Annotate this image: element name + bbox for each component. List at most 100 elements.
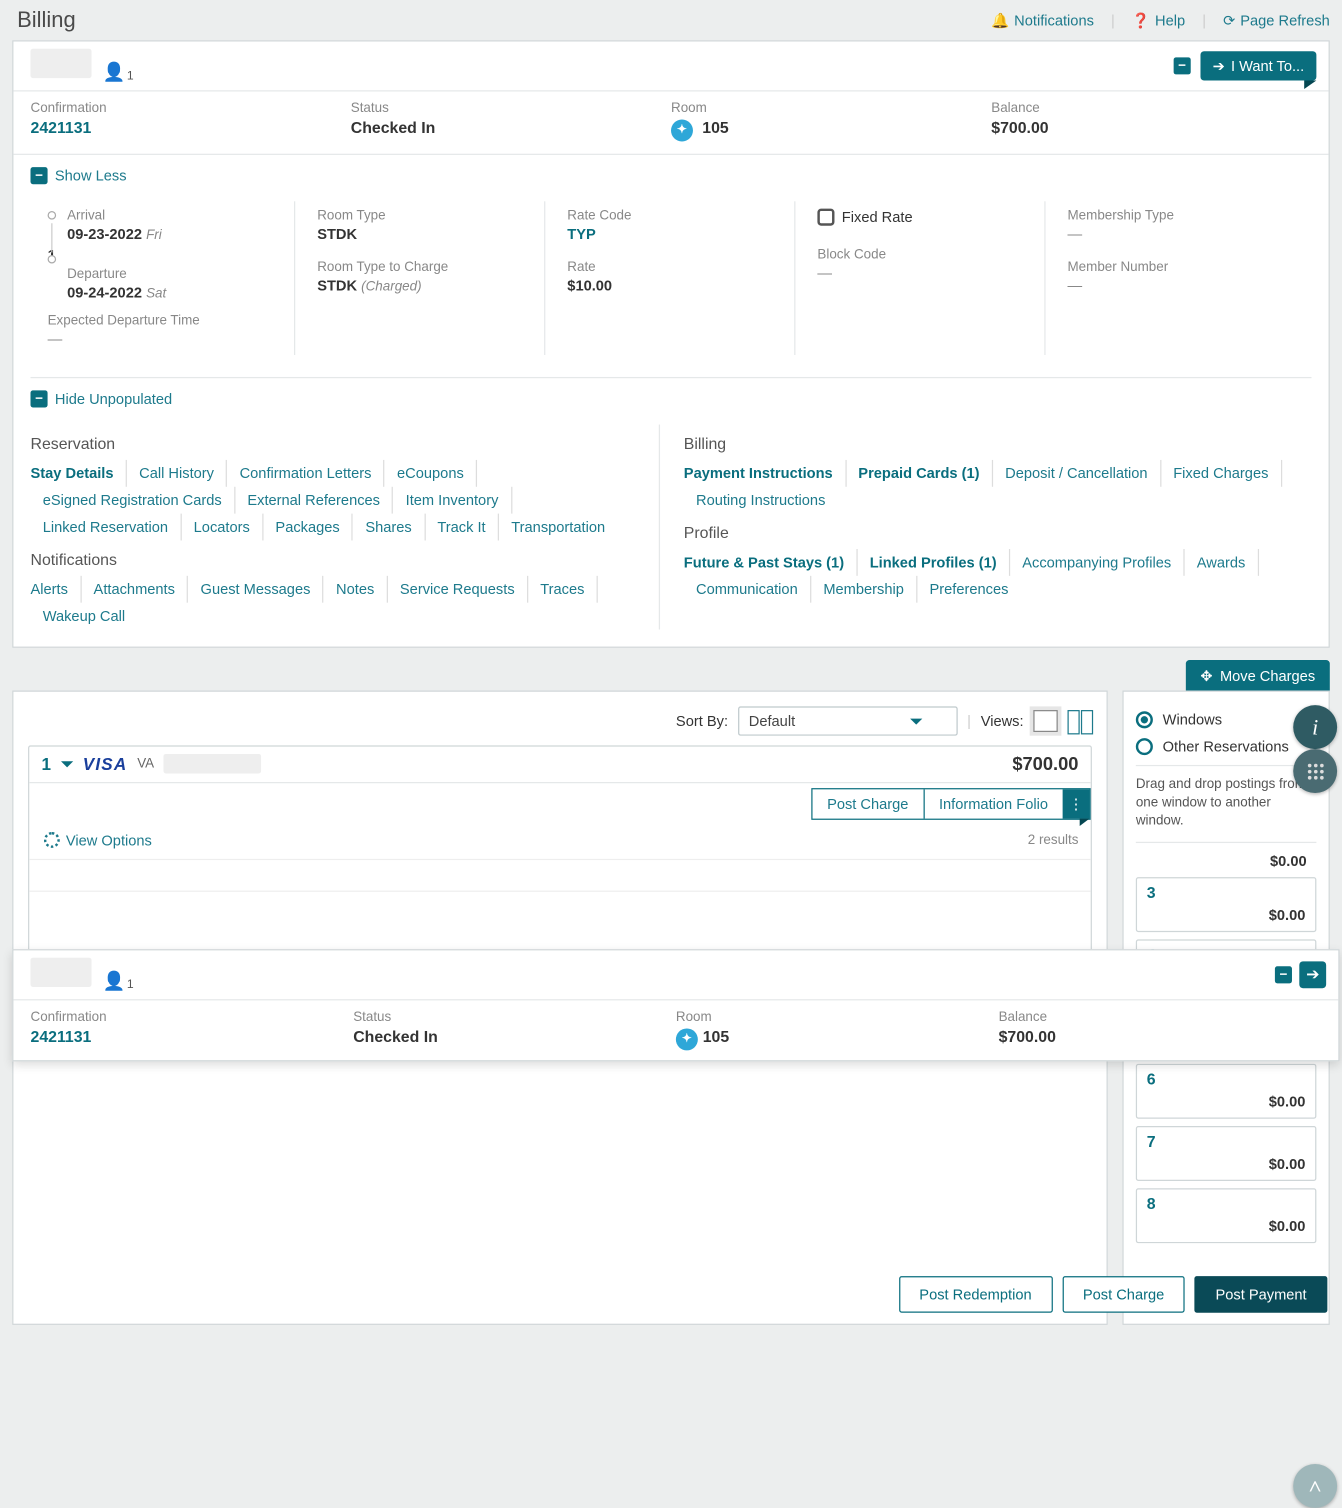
section-link[interactable]: Transportation (499, 513, 617, 540)
departure-date: 09-24-2022 (67, 284, 142, 301)
window-card[interactable]: 3$0.00 (1136, 877, 1317, 932)
section-link[interactable]: Accompanying Profiles (1010, 548, 1185, 575)
guest-avatar (31, 958, 92, 987)
section-link[interactable]: Alerts (31, 575, 82, 602)
reservation-panel: 👤1 − ➔ I Want To... Confirmation 2421131… (12, 40, 1330, 647)
section-link[interactable]: Call History (127, 459, 227, 486)
person-icon: 👤1 (103, 970, 134, 992)
page-title: Billing (17, 7, 76, 33)
section-link[interactable]: Guest Messages (188, 575, 323, 602)
section-link[interactable]: Traces (528, 575, 598, 602)
section-link[interactable]: Confirmation Letters (227, 459, 384, 486)
results-count: 2 results (1028, 833, 1079, 848)
section-link[interactable]: External References (235, 486, 393, 513)
room-status-icon (671, 119, 693, 141)
person-icon: 👤1 (103, 61, 134, 83)
section-link[interactable]: Payment Instructions (684, 459, 846, 486)
room-value[interactable]: 105 (671, 118, 991, 141)
section-link[interactable]: Prepaid Cards (1) (846, 459, 993, 486)
window-number[interactable]: 1 (41, 754, 51, 774)
windows-radio[interactable]: Windows (1136, 711, 1317, 728)
balance-value: $700.00 (991, 118, 1311, 136)
refresh-link[interactable]: ⟳ Page Refresh (1223, 12, 1330, 29)
sort-select[interactable]: Default (738, 706, 958, 735)
section-link[interactable]: Item Inventory (393, 486, 511, 513)
section-link[interactable]: Shares (353, 513, 425, 540)
confirmation-value[interactable]: 2421131 (31, 1027, 354, 1045)
view-split-icon[interactable] (1068, 709, 1092, 731)
guest-avatar (31, 49, 92, 78)
block-code-label: Block Code (817, 247, 1027, 262)
rate-code-value[interactable]: TYP (567, 225, 777, 242)
confirmation-label: Confirmation (31, 101, 351, 116)
section-link[interactable]: Linked Reservation (31, 513, 182, 540)
section-link[interactable]: Service Requests (388, 575, 528, 602)
header-links: 🔔 Notifications | ❓ Help | ⟳ Page Refres… (991, 12, 1330, 29)
fixed-rate-checkbox[interactable] (817, 208, 834, 225)
scroll-top-icon[interactable]: ˄ (1293, 1464, 1337, 1508)
billing-heading: Billing (684, 434, 1287, 452)
section-link[interactable]: Fixed Charges (1161, 459, 1282, 486)
post-redemption-button[interactable]: Post Redemption (899, 1276, 1053, 1313)
show-less-toggle[interactable]: − Show Less (13, 154, 1328, 195)
section-link[interactable]: Wakeup Call (31, 602, 138, 629)
section-link[interactable]: Linked Profiles (1) (858, 548, 1011, 575)
arrival-label: Arrival (67, 208, 277, 223)
collapse-icon[interactable]: − (1174, 57, 1191, 74)
view-single-icon[interactable] (1033, 709, 1057, 731)
section-link[interactable]: Preferences (917, 575, 1020, 602)
view-options-link[interactable]: View Options (41, 824, 154, 856)
info-bubble-icon[interactable]: i (1293, 705, 1337, 749)
window-card[interactable]: 7$0.00 (1136, 1126, 1317, 1181)
section-link[interactable]: Attachments (81, 575, 188, 602)
section-link[interactable]: Communication (684, 575, 811, 602)
window-card[interactable]: 6$0.00 (1136, 1063, 1317, 1118)
notifications-link[interactable]: 🔔 Notifications (991, 12, 1094, 29)
keypad-bubble-icon[interactable] (1293, 749, 1337, 793)
window-card[interactable]: 8$0.00 (1136, 1188, 1317, 1243)
hide-unpopulated-toggle[interactable]: −Hide Unpopulated (13, 378, 1328, 419)
reservation-links: Stay DetailsCall HistoryConfirmation Let… (31, 459, 634, 540)
views-label: Views: (981, 712, 1024, 729)
room-value[interactable]: 105 (676, 1027, 999, 1050)
chevron-down-icon[interactable] (61, 761, 73, 773)
collapse-icon[interactable]: − (1275, 966, 1292, 983)
rate-code-label: Rate Code (567, 208, 777, 223)
sticky-header: 👤1 − ➔ Confirmation2421131 StatusChecked… (12, 949, 1339, 1061)
section-link[interactable]: Locators (181, 513, 263, 540)
room-type-charge-label: Room Type to Charge (317, 259, 527, 274)
confirmation-value[interactable]: 2421131 (31, 118, 351, 136)
section-link[interactable]: Packages (263, 513, 353, 540)
help-link[interactable]: ❓ Help (1132, 12, 1185, 29)
post-payment-button[interactable]: Post Payment (1195, 1276, 1328, 1313)
section-link[interactable]: eCoupons (385, 459, 477, 486)
section-link[interactable]: Future & Past Stays (1) (684, 548, 858, 575)
section-link[interactable]: Deposit / Cancellation (993, 459, 1161, 486)
fixed-rate-label: Fixed Rate (842, 208, 913, 225)
departure-label: Departure (67, 267, 277, 282)
room-type-charge-value: STDK (317, 276, 357, 293)
reservation-heading: Reservation (31, 434, 634, 452)
post-charge-button[interactable]: Post Charge (1062, 1276, 1185, 1313)
folio-more-button[interactable]: ⋮ (1063, 789, 1090, 818)
arrival-date: 09-23-2022 (67, 225, 142, 242)
profile-heading: Profile (684, 523, 1287, 541)
section-link[interactable]: Notes (324, 575, 388, 602)
i-want-to-button[interactable]: ➔ I Want To... (1200, 51, 1316, 80)
arrow-right-icon[interactable]: ➔ (1299, 961, 1326, 988)
section-link[interactable]: Stay Details (31, 459, 127, 486)
sort-label: Sort By: (676, 712, 728, 729)
move-charges-button[interactable]: ✥ Move Charges (1186, 659, 1330, 691)
card-brand-icon: VISA (83, 754, 128, 774)
section-link[interactable]: eSigned Registration Cards (31, 486, 236, 513)
section-link[interactable]: Track It (425, 513, 499, 540)
section-link[interactable]: Membership (811, 575, 917, 602)
section-link[interactable]: Routing Instructions (684, 486, 838, 513)
post-charge-link[interactable]: Post Charge (812, 789, 924, 818)
member-type-label: Membership Type (1068, 208, 1278, 223)
block-code-value: — (817, 264, 1027, 281)
other-res-radio[interactable]: Other Reservations (1136, 737, 1317, 754)
card-masked: XXXXX (164, 754, 262, 774)
information-folio-link[interactable]: Information Folio (924, 789, 1062, 818)
section-link[interactable]: Awards (1185, 548, 1259, 575)
